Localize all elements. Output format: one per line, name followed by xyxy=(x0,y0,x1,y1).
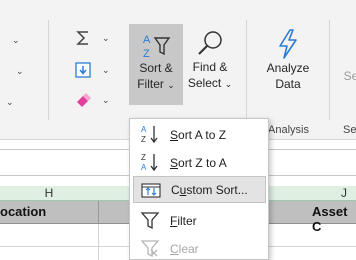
custom-sort-icon xyxy=(141,183,161,198)
column-header-i[interactable] xyxy=(98,186,130,201)
grid-line xyxy=(0,246,130,247)
analyze-data-label-2: Data xyxy=(275,77,301,91)
find-select-label-2: Select xyxy=(187,76,222,90)
group-label-partial: Se xyxy=(343,124,356,136)
menu-label-sort-a-to-z: Sort A to Z xyxy=(170,127,227,142)
menu-item-clear[interactable]: Clear xyxy=(133,235,266,260)
sort-filter-icon: A Z xyxy=(143,34,171,60)
header-asset-text: Asset C xyxy=(312,204,348,234)
chevron-down-icon[interactable]: ⌄ xyxy=(12,35,20,45)
svg-text:Z: Z xyxy=(141,153,146,162)
magnifier-icon xyxy=(198,31,222,55)
header-location-text: ocation xyxy=(0,204,47,219)
svg-text:Z: Z xyxy=(141,135,146,144)
filter-icon xyxy=(140,212,160,230)
find-select-label-1: Find & xyxy=(192,60,228,74)
chevron-down-icon: ⌄ xyxy=(224,79,233,89)
sort-filter-menu: A Z Sort A to Z Z A Sort Z to A Custom S… xyxy=(129,118,269,260)
lightning-icon xyxy=(279,29,297,59)
group-separator xyxy=(246,20,247,120)
header-cell-location[interactable]: ocation xyxy=(0,201,98,224)
clear-button[interactable] xyxy=(68,89,98,111)
chevron-down-icon[interactable]: ⌄ xyxy=(102,65,110,75)
grid-line xyxy=(269,246,356,247)
column-j-label: J xyxy=(341,186,347,200)
svg-text:A: A xyxy=(141,125,147,134)
menu-label-filter: Filter xyxy=(170,213,197,228)
eraser-icon xyxy=(77,93,91,107)
chevron-down-icon[interactable]: ⌄ xyxy=(6,97,14,107)
menu-item-sort-z-to-a[interactable]: Z A Sort Z to A xyxy=(133,149,266,176)
svg-text:A: A xyxy=(143,34,151,46)
menu-item-custom-sort[interactable]: Custom Sort... xyxy=(133,176,266,203)
column-header-h[interactable]: H xyxy=(0,186,98,201)
column-header-j[interactable]: J xyxy=(269,186,356,201)
svg-text:Z: Z xyxy=(143,48,150,60)
find-select-button[interactable]: Find & Select ⌄ xyxy=(186,24,234,104)
analyze-data-label-1: Analyze xyxy=(266,61,310,75)
sort-filter-label-1: Sort & xyxy=(139,61,173,75)
grid-line xyxy=(98,224,99,260)
autosum-icon xyxy=(76,31,88,45)
chevron-down-icon[interactable]: ⌄ xyxy=(102,95,110,105)
menu-item-filter[interactable]: Filter xyxy=(133,207,266,234)
menu-label-sort-z-to-a: Sort Z to A xyxy=(170,155,227,170)
svg-text:A: A xyxy=(141,163,147,172)
chevron-down-icon: ⌄ xyxy=(167,80,175,90)
fill-down-icon xyxy=(75,62,91,78)
header-cell-i[interactable] xyxy=(98,201,130,224)
menu-item-sort-a-to-z[interactable]: A Z Sort A to Z xyxy=(133,121,266,148)
menu-label-custom-sort: Custom Sort... xyxy=(171,182,248,197)
sort-z-to-a-icon: Z A xyxy=(141,153,158,172)
sensitivity-label-partial: Se xyxy=(343,69,356,83)
column-h-label: H xyxy=(44,186,54,200)
clear-filter-icon xyxy=(140,240,160,258)
group-separator xyxy=(48,20,49,120)
autosum-button[interactable] xyxy=(68,27,98,49)
group-label-analysis: Analysis xyxy=(268,124,309,136)
sort-filter-button[interactable]: A Z Sort & Filter ⌄ xyxy=(129,24,183,105)
chevron-down-icon[interactable]: ⌄ xyxy=(102,33,110,43)
sensitivity-button-partial[interactable]: Se xyxy=(341,68,356,84)
fill-button[interactable] xyxy=(68,59,98,81)
sort-filter-label-2: Filter xyxy=(137,77,164,91)
group-separator xyxy=(329,20,330,120)
menu-label-clear: Clear xyxy=(170,241,199,256)
chevron-down-icon[interactable]: ⌄ xyxy=(16,66,24,76)
header-cell-asset[interactable]: Asset C xyxy=(269,201,356,234)
analyze-data-button[interactable]: Analyze Data xyxy=(262,24,314,104)
sort-a-to-z-icon: A Z xyxy=(141,125,158,144)
